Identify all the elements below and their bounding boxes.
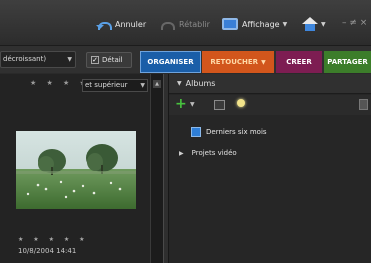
- redo-icon: [160, 19, 175, 30]
- home-button[interactable]: ▼: [302, 17, 326, 31]
- detail-checkbox[interactable]: ✓ Détail: [86, 52, 132, 68]
- app-window: Annuler Rétablir Affichage ▼ ▼ – ≠ × déc…: [0, 0, 371, 263]
- window-controls[interactable]: – ≠ ×: [342, 18, 367, 28]
- monitor-icon: [222, 18, 238, 30]
- chevron-down-icon: ▼: [261, 58, 266, 66]
- organizer-panel: ▼ Albums + ▼ Derniers six mois ▶ Projets…: [169, 74, 371, 263]
- photo-thumbnail[interactable]: [16, 131, 136, 209]
- redo-label: Rétablir: [179, 19, 210, 29]
- photo-rating[interactable]: ★ ★ ★ ★ ★: [18, 236, 89, 243]
- scroll-up-icon[interactable]: ▲: [153, 80, 161, 88]
- undo-label: Annuler: [115, 19, 147, 29]
- secondary-toolbar: décroissant) ▼ ✓ Détail ORGANISER RETOUC…: [0, 45, 371, 73]
- undo-button[interactable]: Annuler: [96, 17, 146, 31]
- sort-order-select[interactable]: décroissant) ▼: [0, 51, 76, 68]
- landscape-photo: [16, 131, 136, 209]
- tab-partager[interactable]: PARTAGER: [324, 51, 371, 73]
- albums-title: Albums: [185, 79, 216, 88]
- tab-retoucher[interactable]: RETOUCHER ▼: [202, 51, 274, 73]
- rating-filter-value: et supérieur: [85, 81, 128, 89]
- album-item-label: Derniers six mois: [206, 128, 267, 136]
- photo-date: 10/8/2004 14:41: [18, 247, 77, 255]
- display-label: Affichage: [242, 19, 280, 29]
- smart-album-icon: [191, 127, 201, 137]
- tab-organiser[interactable]: ORGANISER: [140, 51, 201, 73]
- chevron-down-icon: ▼: [67, 56, 72, 63]
- collapse-triangle-icon: ▼: [177, 80, 182, 87]
- album-group-label: Projets vidéo: [191, 149, 237, 157]
- detail-label: Détail: [102, 56, 123, 64]
- expand-triangle-icon[interactable]: ▶: [179, 150, 184, 157]
- check-icon: ✓: [91, 56, 99, 64]
- home-icon: [302, 17, 318, 31]
- lightbulb-icon[interactable]: [237, 99, 245, 107]
- display-menu-button[interactable]: Affichage ▼: [222, 17, 287, 31]
- chevron-down-icon: ▼: [321, 20, 326, 28]
- redo-button[interactable]: Rétablir: [160, 17, 210, 31]
- tab-creer[interactable]: CREER: [276, 51, 322, 73]
- media-scrollbar[interactable]: ▲: [150, 74, 163, 263]
- chevron-down-icon[interactable]: ▼: [190, 101, 195, 108]
- rating-filter-select[interactable]: et supérieur ▼: [82, 79, 148, 92]
- sort-order-value: décroissant): [3, 55, 47, 63]
- tab-retoucher-label: RETOUCHER: [210, 58, 259, 66]
- edit-album-icon[interactable]: [214, 100, 225, 110]
- top-toolbar: Annuler Rétablir Affichage ▼ ▼ – ≠ ×: [0, 0, 371, 45]
- chevron-down-icon: ▼: [140, 82, 145, 89]
- albums-section-header[interactable]: ▼ Albums: [169, 74, 371, 94]
- album-group-projects[interactable]: ▶ Projets vidéo: [179, 147, 237, 159]
- album-item[interactable]: Derniers six mois: [191, 126, 267, 138]
- add-album-icon[interactable]: +: [175, 97, 187, 111]
- media-browser: ★ ★ ★ ★ ★ et supérieur ▼ ★ ★ ★ ★ ★ 10/8/…: [0, 74, 163, 263]
- undo-icon: [96, 19, 112, 30]
- rating-filter: ★ ★ ★ ★ ★ et supérieur ▼: [0, 79, 150, 93]
- chevron-down-icon: ▼: [282, 20, 288, 28]
- delete-album-icon[interactable]: [359, 99, 368, 110]
- album-toolbar: + ▼: [169, 95, 371, 115]
